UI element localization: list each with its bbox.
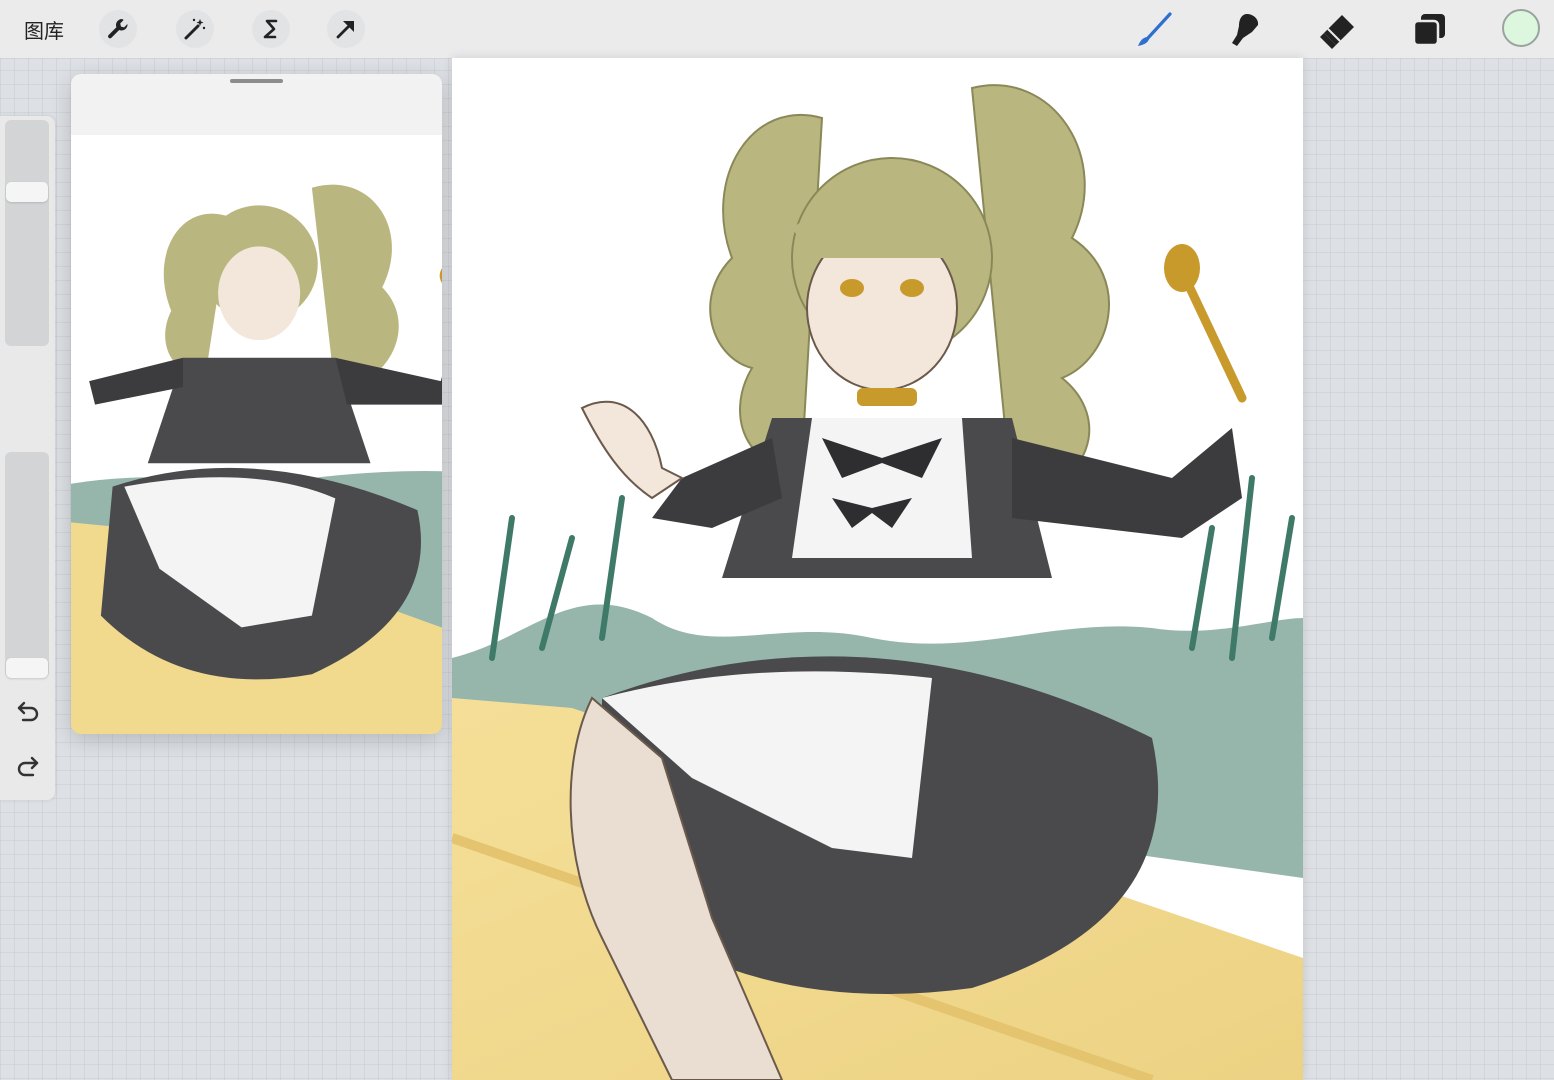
top-toolbar: 图库 bbox=[0, 0, 1554, 58]
redo-arrow-icon bbox=[17, 756, 39, 777]
reference-window[interactable] bbox=[71, 74, 442, 734]
transform-button[interactable] bbox=[327, 10, 365, 48]
brush-size-slider[interactable] bbox=[5, 120, 49, 346]
arrow-cursor-icon bbox=[336, 21, 354, 39]
actions-button[interactable] bbox=[99, 10, 137, 48]
artwork-thumbnail bbox=[71, 135, 442, 734]
brush-tool[interactable] bbox=[1134, 10, 1174, 50]
layers-tool[interactable] bbox=[1410, 10, 1450, 50]
smudge-finger-icon bbox=[1232, 14, 1259, 46]
artwork bbox=[452, 58, 1303, 1080]
brush-icon bbox=[1138, 12, 1172, 46]
adjustments-button[interactable] bbox=[176, 10, 214, 48]
selection-s-icon bbox=[263, 19, 278, 39]
left-sidebar bbox=[0, 116, 55, 800]
spoon bbox=[1164, 244, 1200, 292]
redo-button[interactable] bbox=[13, 750, 43, 780]
brush-size-thumb[interactable] bbox=[6, 181, 48, 202]
wrench-icon bbox=[108, 18, 128, 39]
magic-wand-icon bbox=[184, 18, 206, 40]
color-picker-swatch[interactable] bbox=[1502, 9, 1540, 47]
opacity-slider[interactable] bbox=[5, 452, 49, 678]
drag-handle-icon[interactable] bbox=[230, 79, 283, 83]
gallery-button[interactable]: 图库 bbox=[24, 15, 64, 44]
layers-icon bbox=[1412, 14, 1445, 47]
undo-button[interactable] bbox=[13, 695, 43, 725]
undo-arrow-icon bbox=[17, 701, 39, 722]
eraser-tool[interactable] bbox=[1318, 10, 1358, 50]
opacity-thumb[interactable] bbox=[6, 658, 48, 678]
reference-image bbox=[71, 135, 442, 734]
eraser-icon bbox=[1320, 15, 1354, 49]
smudge-tool[interactable] bbox=[1225, 10, 1265, 50]
drawing-canvas[interactable] bbox=[452, 58, 1303, 1080]
selection-button[interactable] bbox=[252, 10, 290, 48]
